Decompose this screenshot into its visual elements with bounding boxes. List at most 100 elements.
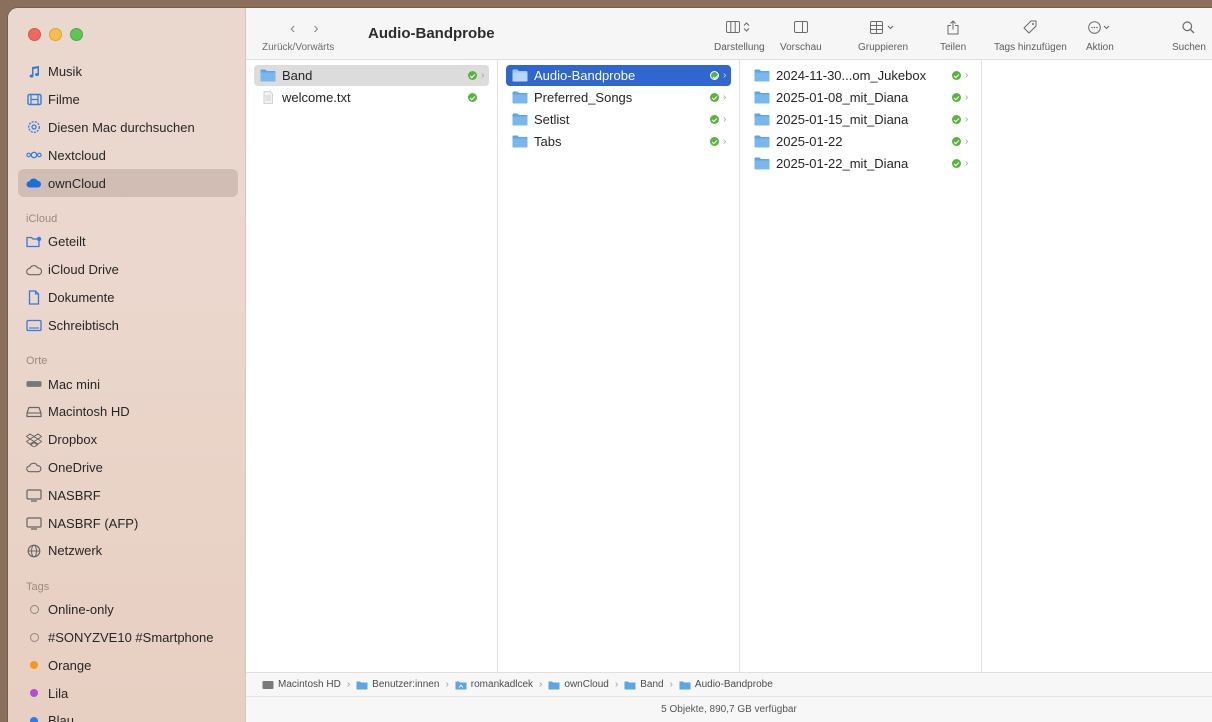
column-row-welcome[interactable]: welcome.txt	[254, 87, 489, 108]
column-row-audio-bandprobe[interactable]: Audio-Bandprobe ›	[506, 65, 731, 86]
zoom-button[interactable]	[70, 28, 83, 41]
forward-button[interactable]: ›	[313, 20, 318, 38]
nav-arrows: ‹ ›	[290, 20, 319, 38]
path-crumb-audio-bandprobe[interactable]: Audio-Bandprobe	[679, 679, 773, 690]
chevron-right-icon: ›	[965, 158, 969, 169]
chevron-right-icon: ›	[445, 679, 449, 690]
crumb-label: Macintosh HD	[278, 679, 341, 690]
sidebar-item-mac-mini[interactable]: Mac mini	[8, 370, 246, 398]
column-row-2025-01-15[interactable]: 2025-01-15_mit_Diana ›	[748, 109, 973, 130]
column-row-2025-01-22-diana[interactable]: 2025-01-22_mit_Diana ›	[748, 153, 973, 174]
sync-status-icon	[710, 115, 719, 124]
sync-status-icon	[710, 71, 719, 80]
sidebar-item-nasbrf-afp[interactable]: NASBRF (AFP)	[8, 509, 246, 537]
sidebar-item-label: NASBRF	[48, 487, 101, 503]
row-name: 2025-01-08_mit_Diana	[776, 90, 909, 105]
view-mode-button[interactable]: Darstellung	[714, 16, 765, 53]
add-tags-button[interactable]: Tags hinzufügen	[994, 16, 1067, 53]
sidebar-tag-blau[interactable]: Blau	[8, 707, 246, 722]
path-crumb-macintosh-hd[interactable]: Macintosh HD	[262, 679, 341, 690]
sidebar-tag-online-only[interactable]: Online-only	[8, 596, 246, 624]
column-row-preferred-songs[interactable]: Preferred_Songs ›	[506, 87, 731, 108]
sidebar-item-label: Nextcloud	[48, 147, 106, 163]
sidebar-item-nasbrf[interactable]: NASBRF	[8, 481, 246, 509]
sidebar-item-onedrive[interactable]: OneDrive	[8, 454, 246, 482]
folder-icon	[356, 681, 368, 689]
row-name: Band	[282, 68, 313, 83]
crumb-label: romankadlcek	[470, 679, 534, 690]
cloud-outline-icon	[26, 262, 42, 278]
hard-drive-icon	[262, 680, 274, 689]
chevron-right-icon: ›	[965, 92, 969, 103]
folder-icon	[624, 681, 636, 689]
crumb-label: Band	[640, 679, 664, 690]
column-row-2025-01-08[interactable]: 2025-01-08_mit_Diana ›	[748, 87, 973, 108]
sidebar-item-nextcloud[interactable]: Nextcloud	[8, 141, 246, 169]
toolbar-label: Suchen	[1172, 42, 1206, 53]
sidebar-tag-sonyzve10[interactable]: #SONYZVE10 #Smartphone	[8, 624, 246, 652]
crumb-label: Audio-Bandprobe	[694, 679, 773, 690]
chevron-right-icon: ›	[723, 92, 727, 103]
sidebar-tag-lila[interactable]: Lila	[8, 679, 246, 707]
toolbar-label: Darstellung	[714, 42, 765, 53]
column-4-empty	[982, 60, 1212, 672]
share-icon	[947, 16, 959, 38]
sidebar-item-macintosh-hd[interactable]: Macintosh HD	[8, 398, 246, 426]
path-crumb-band[interactable]: Band	[624, 679, 664, 690]
gear-icon	[26, 119, 42, 135]
toolbar-label: Teilen	[940, 42, 967, 53]
row-name: 2025-01-22	[776, 134, 843, 149]
share-button[interactable]: Teilen	[940, 16, 966, 53]
back-button[interactable]: ‹	[290, 20, 295, 38]
chevron-right-icon: ›	[346, 679, 351, 690]
column-row-setlist[interactable]: Setlist ›	[506, 109, 731, 130]
crumb-label: Benutzer:innen	[372, 679, 440, 690]
column-row-tabs[interactable]: Tabs ›	[506, 131, 731, 152]
sidebar-item-icloud-drive[interactable]: iCloud Drive	[8, 256, 246, 284]
column-row-2025-01-22[interactable]: 2025-01-22 ›	[748, 131, 973, 152]
sidebar-item-owncloud[interactable]: ownCloud	[18, 169, 238, 197]
sidebar-item-mac-durchsuchen[interactable]: Diesen Mac durchsuchen	[8, 114, 246, 142]
folder-icon	[754, 157, 770, 170]
column-row-2024-11-30[interactable]: 2024-11-30...om_Jukebox ›	[748, 65, 973, 86]
folder-icon	[754, 113, 770, 126]
text-file-icon	[260, 91, 276, 104]
sidebar-item-musik[interactable]: Musik	[8, 58, 246, 86]
chevron-right-icon: ›	[481, 70, 485, 81]
sidebar-item-label: Filme	[48, 92, 80, 108]
path-crumb-benutzer[interactable]: Benutzer:innen	[356, 679, 439, 690]
close-button[interactable]	[28, 28, 41, 41]
search-button[interactable]: Suchen	[1172, 16, 1206, 53]
minimize-button[interactable]	[49, 28, 62, 41]
sidebar-item-dokumente[interactable]: Dokumente	[8, 284, 246, 312]
dropbox-icon	[26, 432, 42, 448]
document-icon	[26, 289, 42, 305]
finder-window: Musik Filme Diesen Mac durchsuchen Nextc…	[8, 8, 1212, 722]
group-button[interactable]: Gruppieren	[858, 16, 908, 53]
sidebar-item-netzwerk[interactable]: Netzwerk	[8, 537, 246, 565]
path-crumb-romankadlcek[interactable]: romankadlcek	[455, 679, 533, 690]
chevron-right-icon: ›	[669, 679, 673, 690]
path-crumb-owncloud[interactable]: ownCloud	[548, 679, 609, 690]
row-name: 2025-01-15_mit_Diana	[776, 112, 909, 127]
chevron-right-icon: ›	[614, 679, 619, 690]
sidebar-tag-orange[interactable]: Orange	[8, 651, 246, 679]
folder-icon	[754, 69, 770, 82]
action-button[interactable]: Aktion	[1086, 16, 1114, 53]
preview-icon	[793, 16, 808, 38]
preview-button[interactable]: Vorschau	[780, 16, 822, 53]
network-drive-icon	[26, 515, 42, 531]
sync-status-icon	[710, 93, 719, 102]
chevron-right-icon: ›	[965, 114, 969, 125]
folder-icon	[548, 681, 560, 689]
sidebar-heading-icloud: iCloud	[26, 212, 58, 225]
toolbar: ‹ › Zurück/Vorwärts Audio-Bandprobe Dars…	[246, 8, 1212, 60]
row-name: Tabs	[534, 134, 562, 149]
sidebar-item-schreibtisch[interactable]: Schreibtisch	[8, 311, 246, 339]
column-row-band[interactable]: Band ›	[254, 65, 489, 86]
shared-folder-icon	[26, 234, 42, 250]
sidebar-item-filme[interactable]: Filme	[8, 86, 246, 114]
sidebar-item-geteilt[interactable]: Geteilt	[8, 228, 246, 256]
row-name: 2024-11-30...om_Jukebox	[776, 68, 927, 83]
sidebar-item-dropbox[interactable]: Dropbox	[8, 426, 246, 454]
